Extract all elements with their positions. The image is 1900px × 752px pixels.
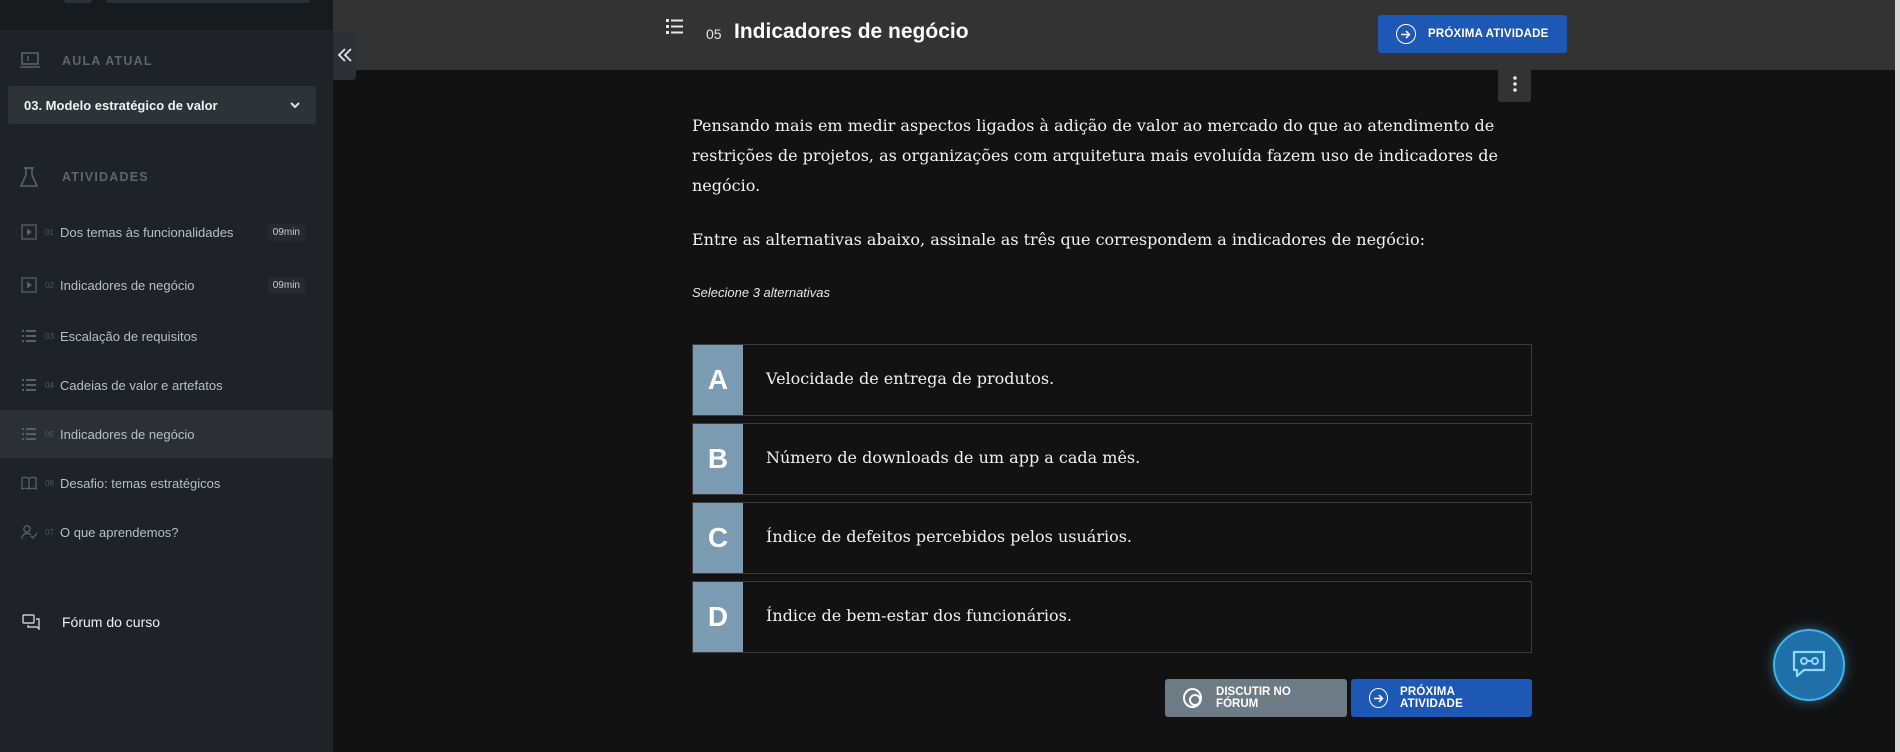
activity-list-icon[interactable] [666,18,683,40]
next-activity-label: PRÓXIMA ATIVIDADE [1400,686,1463,710]
play-icon [21,277,37,293]
activity-number: 02 [45,280,54,290]
page-title: Indicadores de negócio [734,20,969,43]
activity-label: Cadeias de valor e artefatos [60,377,223,393]
activity-number: 05 [45,429,54,439]
sidebar-item-activity-03[interactable]: 03 Escalação de requisitos [0,312,333,360]
option-d[interactable]: D Índice de bem-estar dos funcionários. [692,581,1532,653]
activity-number: 03 [45,331,54,341]
top-header [333,0,1895,70]
activity-label: Indicadores de negócio [60,277,195,293]
sidebar-item-activity-02[interactable]: 02 Indicadores de negócio 09min [0,261,333,309]
activity-label: Escalação de requisitos [60,328,198,344]
next-activity-button-top[interactable]: PRÓXIMA ATIVIDADE [1378,15,1567,53]
play-icon [21,224,37,240]
option-text: Índice de defeitos percebidos pelos usuá… [766,527,1133,546]
activity-label: Desafio: temas estratégicos [60,475,221,491]
chat-assistant-button[interactable] [1773,629,1845,701]
activity-label: O que aprendemos? [60,524,179,540]
sidebar-top-strip [0,0,333,30]
option-letter: A [693,345,743,415]
sidebar-item-activity-06[interactable]: 06 Desafio: temas estratégicos [0,459,333,507]
chat-bubbles-icon [22,614,40,635]
course-forum-link[interactable]: Fórum do curso [0,606,333,638]
list-icon [21,426,37,442]
vertical-dots-icon [1512,75,1517,98]
current-lesson-value: 03. Modelo estratégico de valor [24,97,218,113]
arrow-right-circle-icon [1396,24,1416,44]
lifebuoy-icon [1183,688,1203,708]
list-icon [21,328,37,344]
current-lesson-label: AULA ATUAL [62,54,153,68]
more-options-button[interactable] [1498,70,1531,102]
activity-number: 06 [45,478,54,488]
selection-hint: Selecione 3 alternativas [692,285,831,300]
flask-icon [19,166,39,193]
page-scrollbar[interactable] [1895,0,1900,752]
activity-duration: 09min [267,276,305,294]
activities-label: ATIVIDADES [62,170,149,184]
activity-number: 01 [45,227,54,237]
activity-number: 04 [45,380,54,390]
question-paragraph: Pensando mais em medir aspectos ligados … [692,116,1498,195]
arrow-right-circle-icon [1369,688,1389,708]
sidebar-top-control[interactable] [64,0,92,3]
chat-bot-icon [1790,648,1828,683]
option-letter: B [693,424,743,494]
activity-number: 05 [706,26,722,42]
book-icon [21,475,37,491]
option-c[interactable]: C Índice de defeitos percebidos pelos us… [692,502,1532,574]
activity-number: 07 [45,527,54,537]
list-icon [21,377,37,393]
sidebar-item-activity-07[interactable]: 07 O que aprendemos? [0,508,333,556]
sidebar-item-activity-01[interactable]: 01 Dos temas às funcionalidades 09min [0,208,333,256]
option-letter: D [693,582,743,652]
discuss-forum-button[interactable]: DISCUTIR NO FÓRUM [1165,679,1347,717]
collapse-sidebar-button[interactable] [333,32,356,80]
sidebar-item-activity-05[interactable]: 05 Indicadores de negócio [0,410,333,458]
user-check-icon [21,524,38,540]
sidebar-item-activity-04[interactable]: 04 Cadeias de valor e artefatos [0,361,333,409]
option-a[interactable]: A Velocidade de entrega de produtos. [692,344,1532,416]
sidebar-search-control[interactable] [106,0,310,3]
activity-label: Indicadores de negócio [60,426,195,442]
option-text: Índice de bem-estar dos funcionários. [766,606,1072,625]
discuss-forum-label: DISCUTIR NO FÓRUM [1216,686,1291,710]
next-activity-label: PRÓXIMA ATIVIDADE [1428,28,1549,40]
activity-duration: 09min [267,223,305,241]
option-text: Velocidade de entrega de produtos. [766,369,1055,388]
current-lesson-select[interactable]: 03. Modelo estratégico de valor [8,86,316,124]
next-activity-button-bottom[interactable]: PRÓXIMA ATIVIDADE [1351,679,1532,717]
option-letter: C [693,503,743,573]
chevron-down-icon [290,98,300,112]
laptop-icon [20,51,40,74]
activity-label: Dos temas às funcionalidades [60,224,234,240]
option-text: Número de downloads de um app a cada mês… [766,448,1141,467]
sidebar: AULA ATUAL 03. Modelo estratégico de val… [0,0,333,752]
option-b[interactable]: B Número de downloads de um app a cada m… [692,423,1532,495]
question-prompt: Entre as alternativas abaixo, assinale a… [692,230,1426,249]
double-chevron-left-icon [337,45,353,68]
course-forum-label: Fórum do curso [62,614,161,630]
